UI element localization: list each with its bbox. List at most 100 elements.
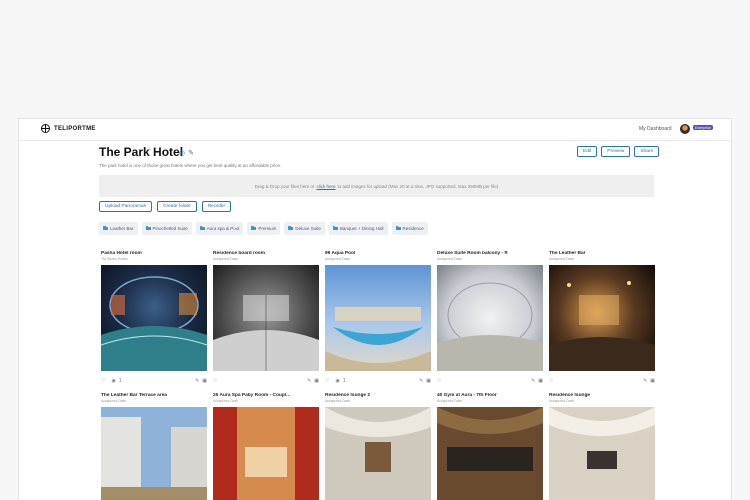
share-button[interactable]: Share [634, 146, 660, 157]
panorama-card[interactable]: Residence lounge Aurapuma Dash [549, 393, 655, 500]
avatar[interactable] [680, 124, 690, 134]
pencil-icon[interactable]: ✎ [531, 378, 535, 384]
card-subtitle: Aurapuma Dash [549, 399, 575, 403]
my-dashboard-link[interactable]: My Dashboard [639, 126, 672, 132]
folder-icon [395, 225, 401, 231]
trash-icon[interactable]: ▣ [202, 378, 207, 384]
panorama-thumbnail[interactable] [549, 407, 655, 500]
heart-icon[interactable]: ♡ [101, 378, 105, 384]
logo-icon [41, 124, 50, 133]
card-title: The Leather Bar [549, 251, 586, 256]
folder-tag[interactable]: Premium [247, 222, 281, 235]
panorama-card[interactable]: Residence board room Aurapuma Dash ♡ ✎ ▣ [213, 251, 319, 384]
folder-icon [103, 225, 108, 231]
card-footer: ♡ ✎ ▣ [213, 378, 319, 384]
card-subtitle: TM Studio Hotels [101, 257, 128, 261]
card-title: 40 Gym at Aura - 7th Floor [437, 393, 497, 398]
panorama-thumbnail[interactable] [213, 265, 319, 371]
dropzone-text-before: Drag & Drop your files here or [254, 183, 315, 189]
panorama-thumbnail[interactable] [549, 265, 655, 371]
edit-button[interactable]: Edit [577, 146, 598, 157]
user-box[interactable]: Enterprise [693, 124, 713, 130]
folder-tag[interactable]: Banquet + Dining Hall [328, 222, 388, 235]
folder-icon [332, 225, 338, 231]
card-subtitle: Aurapuma Dash [437, 257, 463, 261]
trash-icon[interactable]: ▣ [538, 378, 543, 384]
folder-tag[interactable]: Leather Bar [99, 222, 138, 235]
panorama-thumbnail[interactable] [437, 407, 543, 500]
card-title: 99 Aqua Pool [325, 251, 356, 256]
heart-icon[interactable]: ♡ [325, 378, 329, 384]
panorama-card[interactable]: 25 Aura Spa Paby Room - Coupl... Aurapum… [213, 393, 319, 500]
folder-label: Premium [258, 226, 277, 231]
trash-icon[interactable]: ▣ [650, 378, 655, 384]
folder-icon [288, 225, 294, 231]
logo[interactable]: TELIPORTME [41, 124, 96, 133]
header-buttons: Edit Preview Share [577, 146, 660, 157]
heart-icon[interactable]: ♡ [437, 378, 441, 384]
views-count: 1 [118, 378, 122, 384]
pencil-icon[interactable]: ✎ [307, 378, 311, 384]
trash-icon[interactable]: ▣ [426, 378, 431, 384]
create-folder-button[interactable]: Create folder [157, 201, 197, 212]
folder-tags: Leather Bar Pinochetted Suite Aura spa &… [99, 222, 428, 235]
panorama-card[interactable]: Deluxe Suite Room balcony - ft Aurapuma … [437, 251, 543, 384]
card-subtitle: Aurapuma Dash [213, 257, 239, 261]
pencil-icon[interactable]: ✎ [195, 378, 199, 384]
folder-icon [251, 225, 257, 231]
folder-tag[interactable]: Pinochetted Suite [141, 222, 192, 235]
page-title: The Park Hotel [99, 145, 184, 159]
preview-button[interactable]: Preview [601, 146, 631, 157]
pencil-icon[interactable]: ✎ [419, 378, 423, 384]
panorama-card[interactable]: The Leather Bar Aurapuma Dash ♡ ✎ ▣ [549, 251, 655, 384]
folder-tag[interactable]: Residence [391, 222, 428, 235]
reorder-button[interactable]: Reorder [201, 201, 232, 212]
top-bar: TELIPORTME My Dashboard Enterprise [19, 119, 731, 141]
heart-icon[interactable]: ♡ [549, 378, 553, 384]
plan-badge: Enterprise [693, 125, 713, 130]
logo-text: TELIPORTME [54, 125, 96, 132]
heart-icon[interactable]: ♡ [213, 378, 217, 384]
folder-label: Deluxe Suite [295, 226, 321, 231]
card-title: Pasha Hotel room [101, 251, 142, 256]
panorama-card[interactable]: The Leather Bar Terrace area Aurapuma Da… [101, 393, 207, 500]
title-icons: ◎ ✎ [179, 149, 194, 157]
card-subtitle: Aurapuma Dash [325, 399, 351, 403]
panorama-card[interactable]: Pasha Hotel room TM Studio Hotels ♡ ◉ 1 ✎ ▣ [100, 251, 208, 384]
pencil-icon[interactable]: ✎ [188, 149, 194, 157]
panorama-thumbnail[interactable] [213, 407, 319, 500]
upload-panoramas-button[interactable]: Upload Panoramas [99, 201, 153, 212]
panorama-card[interactable]: Residence lounge 2 Aurapuma Dash [325, 393, 431, 500]
card-subtitle: Aurapuma Dash [437, 399, 463, 403]
card-title: The Leather Bar Terrace area [101, 393, 168, 398]
globe-icon[interactable]: ◎ [179, 149, 185, 157]
card-footer: ♡ ◉ 1 ✎ ▣ [101, 378, 207, 384]
card-title: 25 Aura Spa Paby Room - Coupl... [213, 393, 291, 398]
eye-icon: ◉ [335, 378, 340, 384]
card-title: Residence lounge [549, 393, 591, 398]
folder-label: Aura spa & Pool [206, 226, 240, 231]
pencil-icon[interactable]: ✎ [643, 378, 647, 384]
panorama-thumbnail[interactable] [100, 265, 208, 371]
card-subtitle: Aurapuma Dash [213, 399, 239, 403]
folder-label: Leather Bar [110, 226, 134, 231]
folder-tag[interactable]: Aura spa & Pool [195, 222, 244, 235]
app-window: TELIPORTME My Dashboard Enterprise The P… [18, 118, 732, 500]
upload-dropzone[interactable]: Drag & Drop your files here or click her… [99, 175, 654, 197]
panorama-thumbnail[interactable] [325, 265, 431, 371]
panorama-thumbnail[interactable] [325, 407, 431, 500]
folder-label: Banquet + Dining Hall [339, 226, 384, 231]
panorama-card[interactable]: 99 Aqua Pool Aurapuma Dash ♡ ◉ 1 ✎ ▣ [325, 251, 431, 384]
card-title: Residence lounge 2 [325, 393, 371, 398]
trash-icon[interactable]: ▣ [314, 378, 319, 384]
folder-tag[interactable]: Deluxe Suite [284, 222, 325, 235]
card-footer: ♡ ✎ ▣ [437, 378, 543, 384]
dropzone-text-after: to add images for upload (Max 20 at a ti… [337, 183, 499, 189]
dropzone-click-here-link[interactable]: click here [316, 184, 335, 189]
eye-icon: ◉ [111, 378, 116, 384]
card-footer: ♡ ◉ 1 ✎ ▣ [325, 378, 431, 384]
panorama-thumbnail[interactable] [101, 407, 207, 500]
panorama-thumbnail[interactable] [437, 265, 543, 371]
views-count: 1 [342, 378, 346, 384]
panorama-card[interactable]: 40 Gym at Aura - 7th Floor Aurapuma Dash [437, 393, 543, 500]
